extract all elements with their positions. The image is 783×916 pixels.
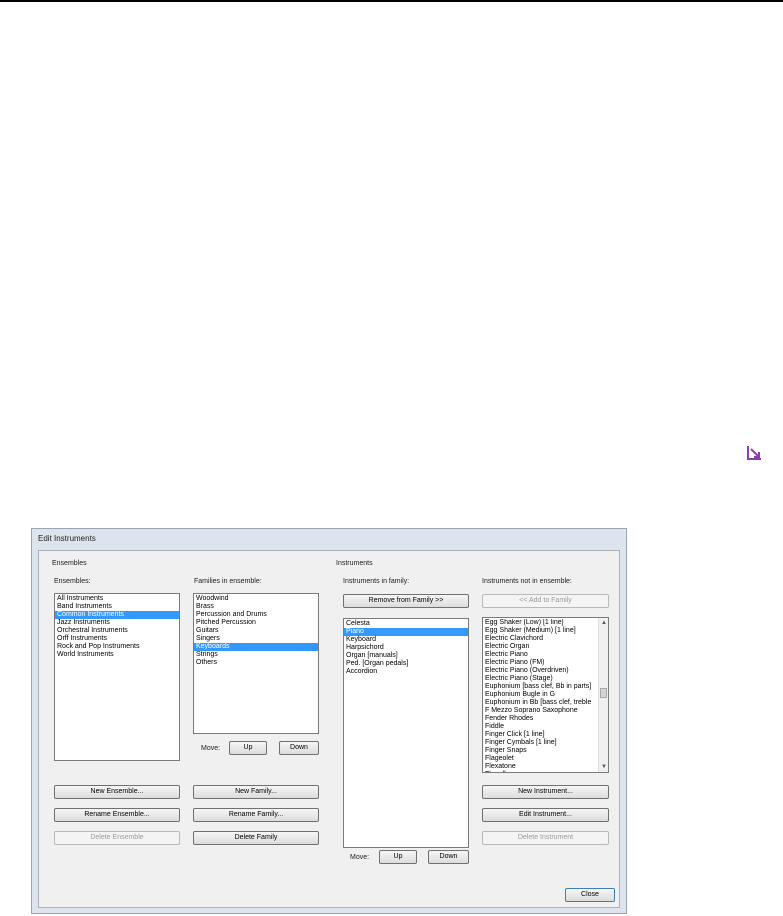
families-label: Families in ensemble: — [194, 578, 262, 585]
instrument-down-button[interactable]: Down — [428, 850, 469, 864]
list-item[interactable]: Strings — [194, 651, 318, 659]
list-item[interactable]: Orchestral Instruments — [55, 627, 179, 635]
list-item[interactable]: Organ [manuals] — [344, 652, 468, 660]
family-down-button[interactable]: Down — [279, 741, 319, 755]
instrument-move-label: Move: — [350, 854, 370, 861]
rename-ensemble-button[interactable]: Rename Ensemble... — [54, 808, 180, 822]
list-item[interactable]: Fender Rhodes — [483, 715, 598, 723]
list-item[interactable]: Brass — [194, 603, 318, 611]
ensembles-label: Ensembles: — [54, 578, 91, 585]
list-item[interactable]: Flexatone — [483, 763, 598, 771]
families-list[interactable]: Woodwind Brass Percussion and Drums Pitched… — [193, 593, 319, 734]
list-item[interactable]: Keyboard — [344, 636, 468, 644]
family-up-button[interactable]: Up — [229, 741, 267, 755]
list-item[interactable]: Others — [194, 659, 318, 667]
scroll-thumb[interactable] — [600, 688, 607, 698]
list-item[interactable]: Piano — [344, 628, 468, 636]
list-item[interactable]: Egg Shaker (Medium) [1 line] — [483, 627, 598, 635]
list-item[interactable]: World Instruments — [55, 651, 179, 659]
add-to-family-button[interactable]: << Add to Family — [482, 594, 609, 608]
list-item[interactable]: Euphonium Bugle in G — [483, 691, 598, 699]
edit-instrument-button[interactable]: Edit Instrument... — [482, 808, 609, 822]
new-ensemble-button[interactable]: New Ensemble... — [54, 785, 180, 799]
list-item[interactable]: Woodwind — [194, 595, 318, 603]
list-item[interactable]: Rock and Pop Instruments — [55, 643, 179, 651]
instrument-up-button[interactable]: Up — [379, 850, 417, 864]
delete-family-button[interactable]: Delete Family — [193, 831, 319, 845]
list-item[interactable]: Electric Piano (Overdriven) — [483, 667, 598, 675]
instruments-in-family-list[interactable]: Celesta Piano Keyboard Harpsichord Organ [ma… — [343, 618, 469, 848]
list-item[interactable]: Fiddle — [483, 723, 598, 731]
new-instrument-button[interactable]: New Instrument... — [482, 785, 609, 799]
list-item[interactable]: Guitars — [194, 627, 318, 635]
resize-corner-icon[interactable] — [741, 440, 767, 466]
list-item[interactable]: Pitched Percussion — [194, 619, 318, 627]
ensembles-list[interactable]: All Instruments Band Instruments Common In… — [54, 593, 180, 761]
not-in-ensemble-label: Instruments not in ensemble: — [482, 578, 572, 585]
list-item[interactable]: Egg Shaker (Low) [1 line] — [483, 619, 598, 627]
list-item[interactable]: Finger Snaps — [483, 747, 598, 755]
list-item[interactable]: Flugelhorn — [483, 771, 598, 772]
instruments-in-family-label: Instruments in family: — [343, 578, 410, 585]
delete-instrument-button[interactable]: Delete Instrument — [482, 831, 609, 845]
top-divider — [0, 0, 783, 2]
list-item[interactable]: Celesta — [344, 620, 468, 628]
instruments-group-title: Instruments — [336, 560, 373, 567]
rename-family-button[interactable]: Rename Family... — [193, 808, 319, 822]
dialog-body: Ensembles Ensembles: All Instruments Band… — [38, 550, 620, 908]
close-button[interactable]: Close — [565, 888, 615, 902]
list-item[interactable]: Flageolet — [483, 755, 598, 763]
delete-ensemble-button[interactable]: Delete Ensemble — [54, 831, 180, 845]
list-item[interactable]: Electric Clavichord — [483, 635, 598, 643]
list-item[interactable]: All Instruments — [55, 595, 179, 603]
scroll-down-arrow-icon[interactable]: ▼ — [599, 762, 608, 772]
instruments-not-in-ensemble-list[interactable]: Egg Shaker (Low) [1 line] Egg Shaker (Med… — [482, 617, 609, 773]
list-scrollbar[interactable]: ▲ ▼ — [598, 618, 608, 772]
list-item[interactable]: Euphonium in Bb [bass clef, treble — [483, 699, 598, 707]
list-item[interactable]: Finger Click [1 line] — [483, 731, 598, 739]
scroll-up-arrow-icon[interactable]: ▲ — [599, 618, 608, 628]
list-item[interactable]: Electric Organ — [483, 643, 598, 651]
list-item[interactable]: Finger Cymbals [1 line] — [483, 739, 598, 747]
edit-instruments-dialog: Edit Instruments Ensembles Ensembles: Al… — [31, 528, 627, 914]
list-item[interactable]: Euphonium [bass clef, Bb in parts] — [483, 683, 598, 691]
ensembles-group-title: Ensembles — [52, 560, 87, 567]
remove-from-family-button[interactable]: Remove from Family >> — [343, 594, 469, 608]
list-item[interactable]: Orff Instruments — [55, 635, 179, 643]
list-item[interactable]: Accordion — [344, 668, 468, 676]
list-item[interactable]: Electric Piano (Stage) — [483, 675, 598, 683]
family-move-label: Move: — [201, 745, 221, 752]
list-item[interactable]: Harpsichord — [344, 644, 468, 652]
list-item[interactable]: F Mezzo Soprano Saxophone — [483, 707, 598, 715]
list-item[interactable]: Jazz Instruments — [55, 619, 179, 627]
list-item[interactable]: Electric Piano (FM) — [483, 659, 598, 667]
dialog-title: Edit Instruments — [38, 534, 96, 543]
new-family-button[interactable]: New Family... — [193, 785, 319, 799]
list-item[interactable]: Common Instruments — [55, 611, 179, 619]
list-item[interactable]: Ped. [Organ pedals] — [344, 660, 468, 668]
list-item[interactable]: Percussion and Drums — [194, 611, 318, 619]
list-item[interactable]: Singers — [194, 635, 318, 643]
list-item[interactable]: Electric Piano — [483, 651, 598, 659]
list-item[interactable]: Band Instruments — [55, 603, 179, 611]
list-item[interactable]: Keyboards — [194, 643, 318, 651]
